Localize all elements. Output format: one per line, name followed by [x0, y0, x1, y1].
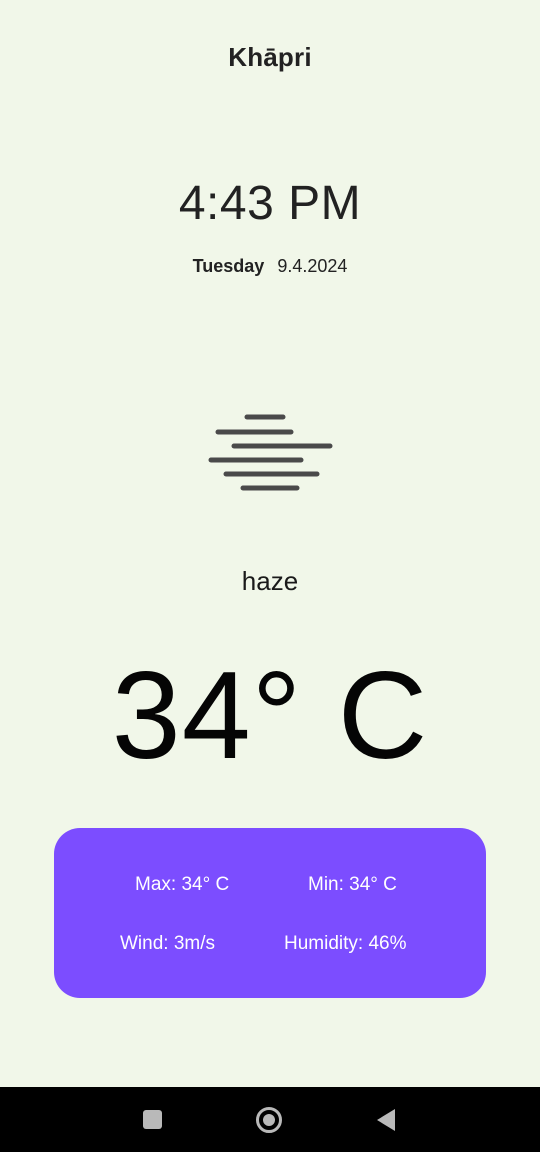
weather-screen: Khāpri 4:43 PM Tuesday 9.4.2024 haze 34°…: [0, 0, 540, 1087]
city-name: Khāpri: [228, 42, 312, 72]
haze-icon: [208, 414, 333, 491]
home-button[interactable]: [234, 1087, 304, 1152]
max-temperature: Max: 34° C: [135, 874, 230, 895]
wind-speed: Wind: 3m/s: [120, 933, 216, 954]
weather-details-card: Max: 34° C Min: 34° C Wind: 3m/s Humidit…: [54, 828, 486, 998]
day-name: Tuesday: [192, 256, 265, 276]
back-button[interactable]: [351, 1087, 421, 1152]
square-icon: [142, 1110, 162, 1129]
triangle-back-icon: [377, 1108, 395, 1131]
current-time: 4:43 PM: [178, 177, 362, 230]
weather-condition: haze: [241, 566, 299, 596]
date-row: Tuesday 9.4.2024: [0, 256, 540, 277]
temperature: 34° C: [111, 647, 429, 785]
system-navigation-bar: [0, 1087, 540, 1152]
min-temperature: Min: 34° C: [308, 874, 397, 895]
circle-icon: [256, 1106, 282, 1133]
recent-apps-button[interactable]: [117, 1087, 187, 1152]
date-value: 9.4.2024: [277, 256, 348, 276]
humidity: Humidity: 46%: [284, 933, 407, 954]
